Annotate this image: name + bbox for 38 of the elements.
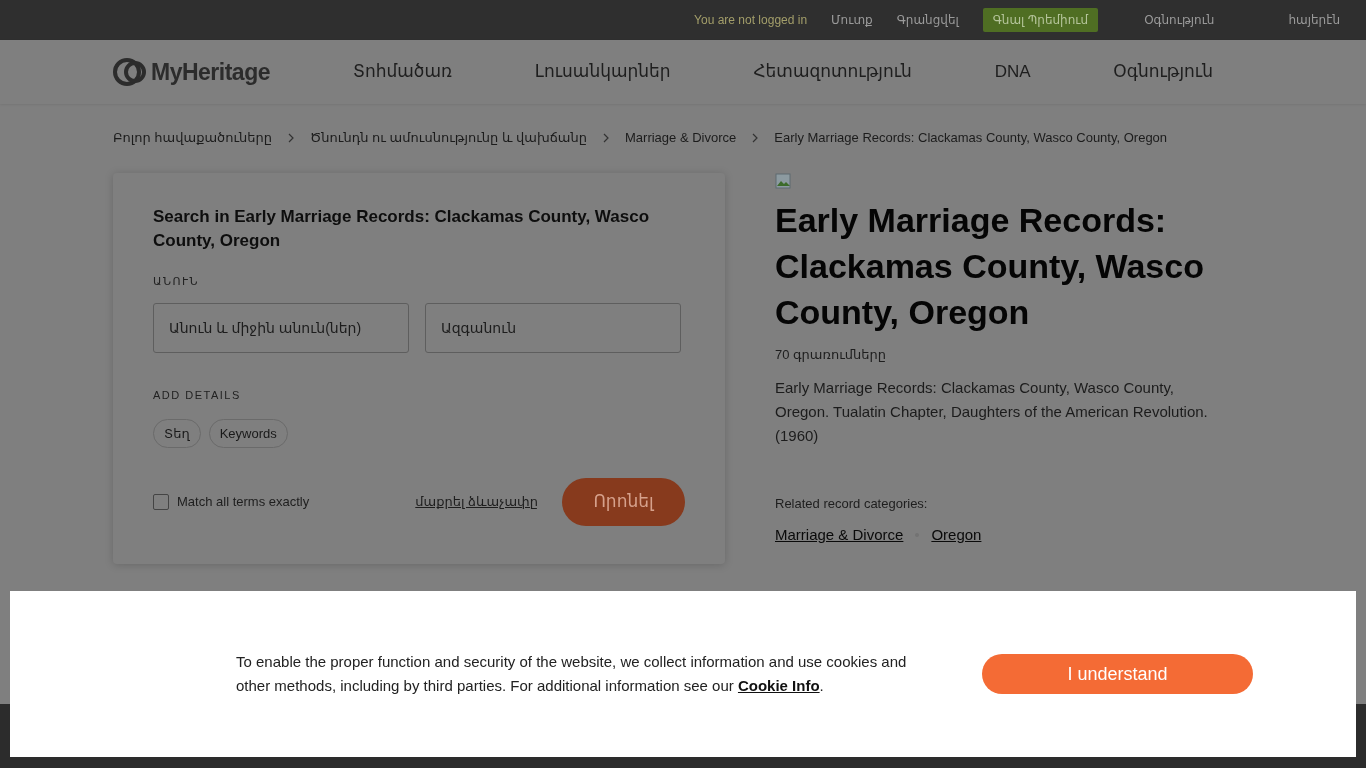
top-link[interactable]: Մուտք: [831, 11, 873, 29]
collection-description: Early Marriage Records: Clackamas County, Wasco County, Oregon. Tualatin Chapter, Daughters of the American Revolution. (1960): [775, 378, 1209, 446]
help-link[interactable]: Օգնություն: [1144, 11, 1215, 29]
cookie-info-link[interactable]: Cookie Info: [737, 677, 820, 694]
related-label: Related record categories:: [775, 495, 929, 513]
checkbox[interactable]: [153, 494, 169, 510]
collection-title: Early Marriage Records: Clackamas County, Wasco County, Oregon: [775, 199, 1205, 333]
breadcrumb-link[interactable]: Ծնունդն ու ամուսնությունը և վախճանը: [310, 128, 587, 148]
details-label: ADD DETAILS: [153, 388, 242, 403]
category-link[interactable]: Marriage & Divorce: [775, 523, 904, 546]
search-button[interactable]: Որոնել: [562, 478, 685, 526]
nav-link[interactable]: Հետազոտություն: [753, 59, 912, 85]
category-link[interactable]: Oregon: [931, 523, 982, 546]
top-link[interactable]: Գրանցվել: [896, 11, 959, 29]
chevron-right-icon: [752, 132, 759, 143]
premium-button[interactable]: Գնալ Պրեմիում: [982, 8, 1099, 32]
breadcrumb-link[interactable]: Marriage & Divorce: [625, 128, 737, 148]
search-title: Search in Early Marriage Records: Clackamas County, Wasco County, Oregon: [153, 205, 651, 252]
accept-cookies-button[interactable]: I understand: [982, 654, 1253, 694]
broken-image-icon: [775, 172, 791, 189]
logo-icon: [113, 58, 147, 86]
nav-link[interactable]: Տոհմածառ: [353, 59, 453, 85]
record-count: 70 գրառումները: [775, 345, 888, 364]
input-field[interactable]: Անուն և միջին անուն(ներ): [153, 303, 409, 353]
field-label: ԱՆՈՒՆ: [153, 273, 200, 289]
cookie-message: To enable the proper function and security of the website, we collect information and use cookies and other methods, including by third parties. For additional information see our Cookie Info.: [236, 652, 908, 696]
nav-link[interactable]: DNA: [994, 59, 1031, 85]
login-status: You are not logged in: [694, 12, 808, 29]
clear-form-link[interactable]: մաքրել ձևաչափը: [415, 492, 538, 512]
language-link[interactable]: հայերէն: [1288, 11, 1340, 29]
input-field[interactable]: Ազգանուն: [425, 303, 681, 353]
nav-link[interactable]: Լուսանկարներ: [534, 59, 671, 85]
nav-link[interactable]: Օգնություն: [1113, 59, 1213, 85]
chevron-right-icon: [603, 132, 609, 143]
chevron-right-icon: [288, 132, 295, 143]
breadcrumb-link[interactable]: Բոլոր հավաքածուները: [113, 128, 273, 148]
checkbox-label: Match all terms exactly: [177, 493, 310, 512]
logo[interactable]: MyHeritage: [113, 54, 333, 90]
